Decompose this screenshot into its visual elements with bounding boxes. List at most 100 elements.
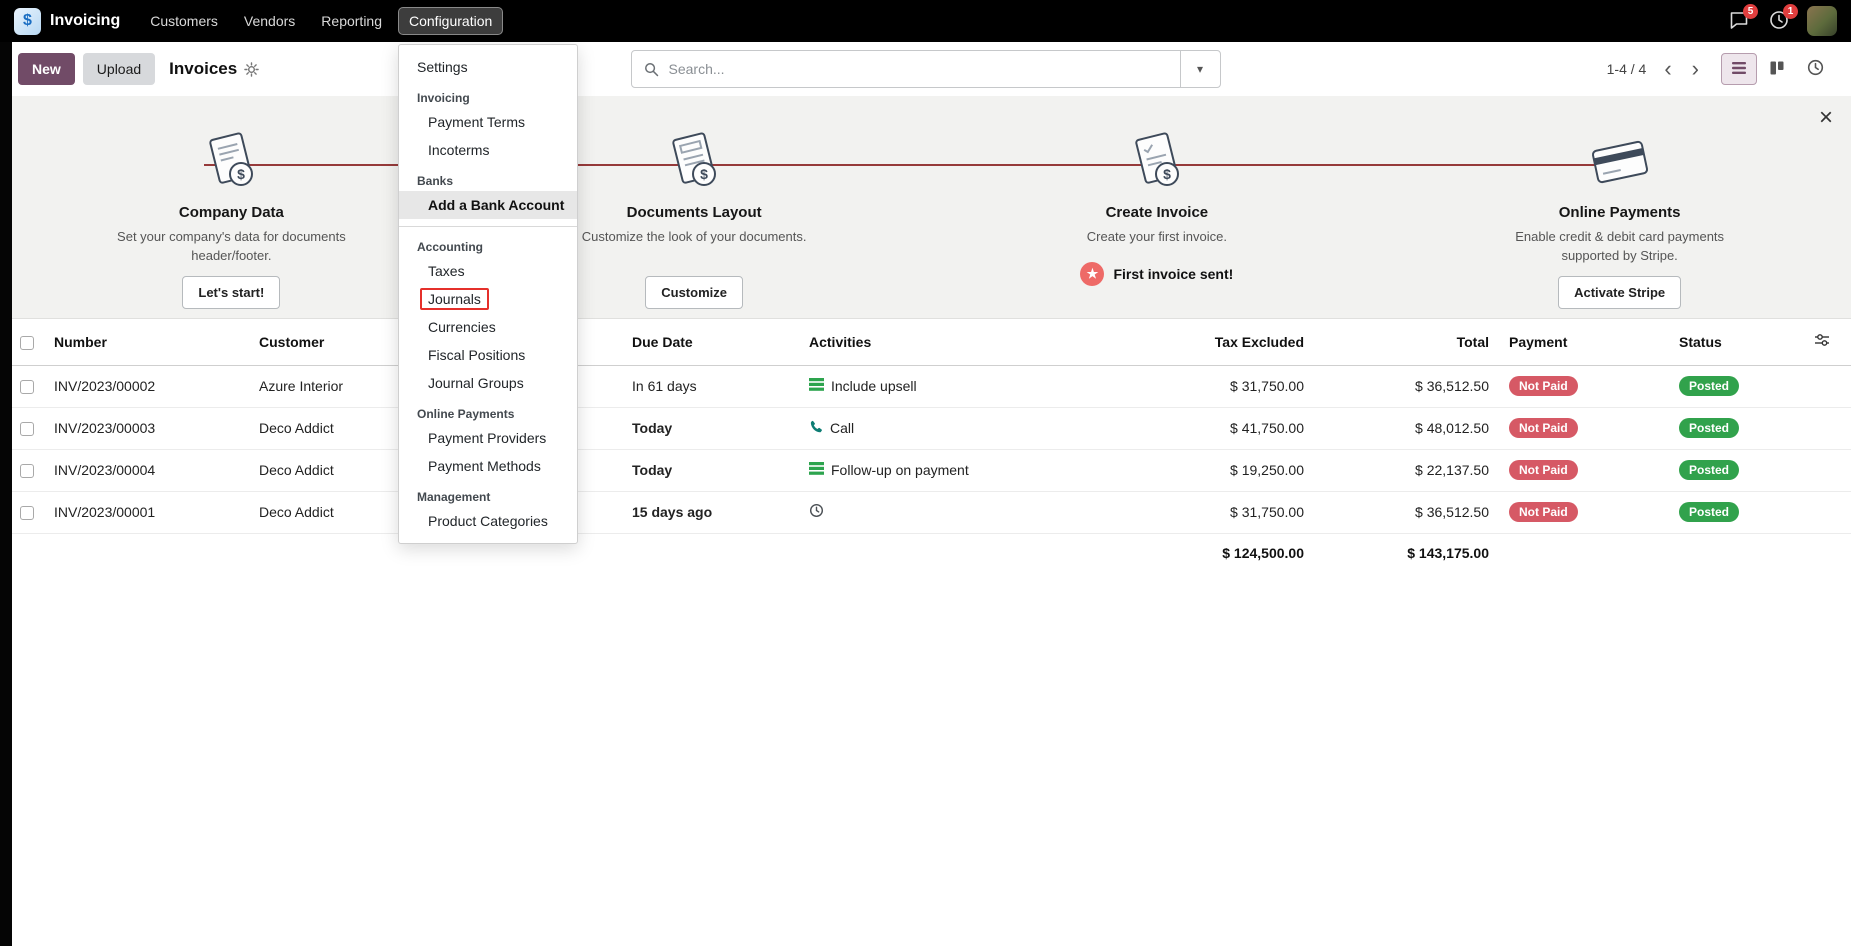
column-header-payment[interactable]: Payment [1501,319,1671,365]
select-all-checkbox[interactable] [20,336,34,350]
activity-view-button[interactable] [1797,53,1833,85]
invoice-row[interactable]: INV/2023/00002 Azure Interior In 61 days… [0,365,1851,407]
configuration-dropdown-menu: Settings Invoicing Payment Terms Incoter… [398,44,578,544]
nav-item-reporting[interactable]: Reporting [311,8,392,34]
search-input[interactable] [667,60,1180,78]
footer-tax-excluded-total: $ 124,500.00 [1081,533,1316,573]
step-title: Online Payments [1559,204,1681,221]
step-title: Create Invoice [1106,204,1209,221]
onboarding-step-create-invoice: $ Create Invoice Create your first invoi… [926,126,1389,309]
upload-button[interactable]: Upload [83,53,155,85]
row-checkbox[interactable] [20,506,34,520]
search-bar: ▾ [631,50,1221,88]
invoicing-app-icon[interactable]: $ [14,8,41,35]
menu-item-currencies[interactable]: Currencies [399,313,577,341]
invoice-row[interactable]: INV/2023/00004 Deco Addict Today Follow-… [0,449,1851,491]
cell-due-date: 15 days ago [624,491,801,533]
payment-status-badge: Not Paid [1509,502,1578,522]
online-payments-icon [1581,126,1659,194]
step-done-label: First invoice sent! [1113,266,1233,282]
menu-item-fiscal-positions[interactable]: Fiscal Positions [399,341,577,369]
kanban-view-icon [1769,60,1785,79]
menu-item-incoterms[interactable]: Incoterms [399,136,577,164]
menu-item-add-bank-account[interactable]: Add a Bank Account [399,191,577,219]
step-title: Documents Layout [627,204,762,221]
user-avatar[interactable] [1807,6,1837,36]
pager-next-button[interactable]: › [1684,58,1707,80]
star-icon: ★ [1080,262,1104,286]
tutorial-highlight-box: Journals [420,288,489,310]
invoice-row[interactable]: INV/2023/00003 Deco Addict Today Call $ … [0,407,1851,449]
column-options-icon[interactable] [1806,319,1851,365]
activities-button[interactable]: 1 [1767,9,1791,33]
menu-section-online-payments: Online Payments [399,397,577,424]
invoice-row[interactable]: INV/2023/00001 Deco Addict 15 days ago $… [0,491,1851,533]
customize-button[interactable]: Customize [645,276,743,309]
pager-previous-button[interactable]: ‹ [1656,58,1679,80]
close-onboarding-icon[interactable]: × [1819,106,1833,130]
menu-item-product-categories[interactable]: Product Categories [399,507,577,535]
company-data-icon: $ [195,126,267,194]
row-checkbox[interactable] [20,422,34,436]
svg-text:$: $ [237,166,245,182]
column-header-total[interactable]: Total [1316,319,1501,365]
column-header-tax-excluded[interactable]: Tax Excluded [1081,319,1316,365]
activate-stripe-button[interactable]: Activate Stripe [1558,276,1681,309]
lets-start-button[interactable]: Let's start! [182,276,280,309]
status-badge: Posted [1679,460,1739,480]
onboarding-step-online-payments: Online Payments Enable credit & debit ca… [1388,126,1851,309]
view-switcher [1721,53,1833,85]
nav-item-vendors[interactable]: Vendors [234,8,305,34]
search-icon [644,62,659,77]
payment-status-badge: Not Paid [1509,376,1578,396]
step-description: Create your first invoice. [1087,228,1227,248]
upsell-activity-icon[interactable] [809,378,824,394]
messages-button[interactable]: 5 [1727,9,1751,33]
cell-due-date: Today [624,407,801,449]
status-badge: Posted [1679,418,1739,438]
svg-text:$: $ [1163,166,1171,182]
cell-activity-label: Follow-up on payment [831,462,969,478]
menu-item-payment-providers[interactable]: Payment Providers [399,424,577,452]
menu-item-payment-methods[interactable]: Payment Methods [399,452,577,480]
column-header-status[interactable]: Status [1671,319,1806,365]
app-name[interactable]: Invoicing [50,12,120,30]
step-done-status: ★ First invoice sent! [1080,262,1233,286]
payment-status-badge: Not Paid [1509,460,1578,480]
menu-item-journal-groups[interactable]: Journal Groups [399,369,577,397]
activities-badge: 1 [1783,4,1798,19]
list-view-button[interactable] [1721,53,1757,85]
top-navbar: $ Invoicing Customers Vendors Reporting … [0,0,1851,42]
step-title: Company Data [179,204,284,221]
list-view-icon [1731,60,1747,79]
clock-activity-icon[interactable] [809,503,824,521]
menu-item-taxes[interactable]: Taxes [399,257,577,285]
cell-number: INV/2023/00001 [46,491,251,533]
row-checkbox[interactable] [20,464,34,478]
menu-item-payment-terms[interactable]: Payment Terms [399,108,577,136]
actions-gear-icon[interactable] [244,62,259,77]
followup-activity-icon[interactable] [809,462,824,478]
search-dropdown-toggle[interactable]: ▾ [1180,51,1220,87]
phone-activity-icon[interactable] [809,420,823,437]
new-button[interactable]: New [18,53,75,85]
row-checkbox[interactable] [20,380,34,394]
menu-section-management: Management [399,480,577,507]
cell-number: INV/2023/00004 [46,449,251,491]
svg-text:$: $ [700,166,708,182]
column-header-activities[interactable]: Activities [801,319,1081,365]
cell-activity-label: Call [830,420,854,436]
nav-item-configuration[interactable]: Configuration Settings Invoicing Payment… [398,7,503,35]
kanban-view-button[interactable] [1759,53,1795,85]
column-header-due-date[interactable]: Due Date [624,319,801,365]
menu-item-journals[interactable]: Journals [399,285,577,313]
cell-total: $ 22,137.50 [1316,449,1501,491]
cell-tax-excluded: $ 31,750.00 [1081,491,1316,533]
menu-item-settings[interactable]: Settings [399,53,577,81]
nav-item-customers[interactable]: Customers [140,8,228,34]
onboarding-step-company-data: $ Company Data Set your company's data f… [0,126,463,309]
menu-section-banks: Banks [399,164,577,191]
activity-view-icon [1807,59,1824,79]
column-header-number[interactable]: Number [46,319,251,365]
cell-total: $ 36,512.50 [1316,491,1501,533]
